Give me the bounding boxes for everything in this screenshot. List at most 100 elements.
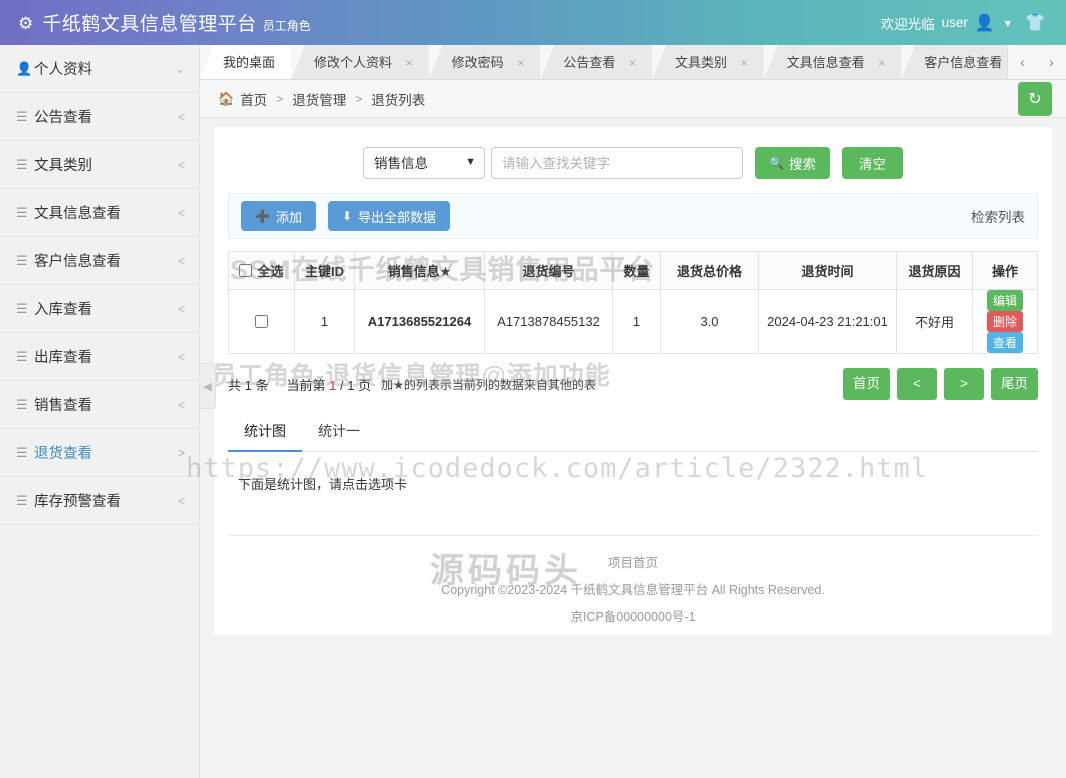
edit-button[interactable]: 编辑 (987, 290, 1023, 311)
sidebar-item-stock-alert[interactable]: ☰ 库存预警查看 < (0, 477, 199, 525)
cell-id: 1 (295, 290, 355, 354)
app-title: 千纸鹤文具信息管理平台 (42, 9, 257, 36)
clear-button[interactable]: 清空 (842, 147, 903, 179)
plus-icon: ➕ (255, 209, 270, 223)
chevron-down-icon[interactable]: ▾ (1005, 16, 1011, 30)
cell-qty: 1 (613, 290, 661, 354)
sidebar-item-label: 销售查看 (34, 394, 178, 415)
tab-label: 文具类别 (675, 55, 727, 70)
sidebar-item-category[interactable]: ☰ 文具类别 < (0, 141, 199, 189)
breadcrumb-separator: > (276, 92, 283, 106)
stats-tab-label: 统计图 (244, 423, 286, 439)
shirt-icon[interactable]: 👕 (1025, 13, 1046, 33)
column-total-price: 退货总价格 (661, 252, 759, 290)
role-badge: 员工角色 (263, 17, 311, 34)
last-page-button[interactable]: 尾页 (991, 368, 1038, 400)
home-icon: 🏠 (218, 91, 234, 107)
pagination-buttons: 首页 < > 尾页 (836, 368, 1038, 400)
page-footer: 项目首页 Copyright ©2023-2024 千纸鹤文具信息管理平台 Al… (214, 536, 1052, 635)
brand: ⚙ 千纸鹤文具信息管理平台 员工角色 (0, 9, 311, 36)
tab-stats-one[interactable]: 统计一 (302, 412, 376, 452)
chevron-left-icon: < (178, 110, 185, 124)
tab-stats-chart[interactable]: 统计图 (228, 412, 302, 452)
total-count: 1 (245, 378, 252, 393)
breadcrumb-item-return-mgmt[interactable]: 退货管理 (292, 89, 346, 109)
search-field-select[interactable]: 销售信息 (363, 147, 485, 179)
sidebar-item-profile[interactable]: 👤 个人资料 ⌄ (0, 45, 199, 93)
tab-label: 我的桌面 (223, 55, 275, 70)
chevron-left-icon: < (178, 302, 185, 316)
close-icon[interactable]: × (629, 56, 636, 70)
menu-icon: ☰ (16, 109, 34, 125)
tab-notice[interactable]: 公告查看 × (540, 45, 652, 80)
column-sale-info: 销售信息★ (355, 252, 485, 290)
app-root: ⚙ 千纸鹤文具信息管理平台 员工角色 欢迎光临 user 👤 ▾ 👕 👤 个人资… (0, 0, 1066, 778)
export-button-label: 导出全部数据 (358, 207, 436, 226)
next-page-button[interactable]: > (944, 368, 984, 400)
action-toolbar: ➕ 添加 ⬇ 导出全部数据 检索列表 (228, 193, 1038, 239)
close-icon[interactable]: × (878, 56, 885, 70)
delete-button[interactable]: 删除 (987, 311, 1023, 332)
tab-prev-icon[interactable]: ‹ (1008, 45, 1037, 80)
search-button-label: 搜索 (789, 153, 816, 173)
list-title: 检索列表 (971, 206, 1025, 226)
tab-scroll-controls: ‹ › (1007, 45, 1066, 80)
tab-label: 客户信息查看 (924, 55, 1002, 70)
close-icon[interactable]: × (517, 56, 524, 70)
cell-sale-info: A1713685521264 (355, 290, 485, 354)
menu-icon: ☰ (16, 397, 34, 413)
breadcrumb-item-home[interactable]: 首页 (240, 89, 267, 109)
breadcrumb-item-return-list: 退货列表 (371, 89, 425, 109)
current-page-text: 当前第 1 / 1 页 (287, 375, 372, 394)
sidebar-item-outbound[interactable]: ☰ 出库查看 < (0, 333, 199, 381)
add-button[interactable]: ➕ 添加 (241, 201, 316, 231)
welcome-text: 欢迎光临 (881, 13, 935, 33)
tab-next-icon[interactable]: › (1037, 45, 1066, 80)
sidebar-item-label: 文具类别 (34, 154, 178, 175)
refresh-button[interactable]: ↻ (1018, 82, 1052, 116)
user-icon: 👤 (16, 61, 34, 77)
first-page-button[interactable]: 首页 (843, 368, 890, 400)
prev-page-button[interactable]: < (897, 368, 937, 400)
sidebar-item-notice[interactable]: ☰ 公告查看 < (0, 93, 199, 141)
tab-category[interactable]: 文具类别 × (652, 45, 764, 80)
footer-home-link[interactable]: 项目首页 (214, 552, 1052, 571)
column-operations: 操作 (973, 252, 1038, 290)
select-all-checkbox[interactable] (239, 264, 252, 277)
select-all-label: 全选 (257, 261, 283, 280)
clear-button-label: 清空 (859, 157, 886, 172)
user-icon[interactable]: 👤 (975, 13, 995, 33)
sidebar-item-customer-info[interactable]: ☰ 客户信息查看 < (0, 237, 199, 285)
table-header-row: 全选 主键ID 销售信息★ 退货编号 数量 退货总价格 退货时间 退货原因 操作 (229, 252, 1038, 290)
table-row: 1 A1713685521264 A1713878455132 1 3.0 20… (229, 290, 1038, 354)
footer-copyright: Copyright ©2023-2024 千纸鹤文具信息管理平台 All Rig… (214, 579, 1052, 598)
search-icon: 🔍 (769, 156, 784, 170)
chevron-left-icon: < (178, 398, 185, 412)
search-input[interactable] (491, 147, 743, 179)
column-select-all: 全选 (229, 252, 295, 290)
sidebar-collapse-handle[interactable]: ◀ (200, 363, 216, 409)
close-icon[interactable]: × (406, 56, 413, 70)
sidebar-item-returns[interactable]: ☰ 退货查看 > (0, 429, 199, 477)
total-pages: 1 (347, 378, 354, 393)
export-button[interactable]: ⬇ 导出全部数据 (328, 201, 450, 231)
close-icon[interactable]: × (741, 56, 748, 70)
row-checkbox[interactable] (255, 315, 268, 328)
sidebar: 👤 个人资料 ⌄ ☰ 公告查看 < ☰ 文具类别 < ☰ 文具信息查看 < ☰ … (0, 45, 200, 778)
search-button[interactable]: 🔍 搜索 (755, 147, 830, 179)
stats-tab-label: 统计一 (318, 423, 360, 439)
view-button[interactable]: 查看 (987, 332, 1023, 353)
sidebar-item-stationery-info[interactable]: ☰ 文具信息查看 < (0, 189, 199, 237)
tab-stationery-info[interactable]: 文具信息查看 × (764, 45, 902, 80)
tab-my-desktop[interactable]: 我的桌面 (200, 45, 291, 80)
menu-icon: ☰ (16, 493, 34, 509)
sidebar-item-label: 出库查看 (34, 346, 178, 367)
tab-change-password[interactable]: 修改密码 × (429, 45, 541, 80)
sidebar-item-sales[interactable]: ☰ 销售查看 < (0, 381, 199, 429)
tab-strip: 我的桌面 修改个人资料 × 修改密码 × 公告查看 × 文具类别 × 文具信息查… (200, 45, 1066, 80)
tab-edit-profile[interactable]: 修改个人资料 × (291, 45, 429, 80)
menu-icon: ☰ (16, 205, 34, 221)
cell-return-no: A1713878455132 (485, 290, 613, 354)
column-return-time: 退货时间 (759, 252, 897, 290)
sidebar-item-inbound[interactable]: ☰ 入库查看 < (0, 285, 199, 333)
